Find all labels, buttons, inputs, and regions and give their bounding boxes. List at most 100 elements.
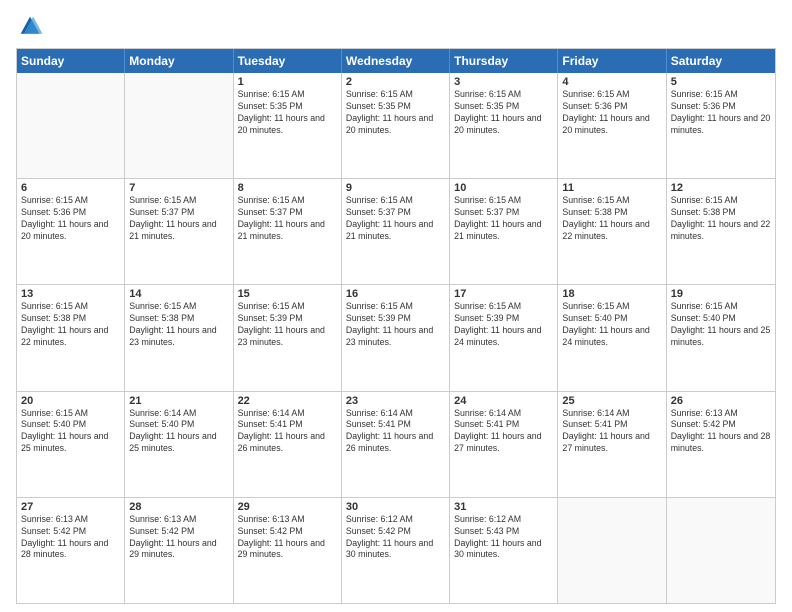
empty-cell [667, 498, 775, 603]
cell-detail: Sunrise: 6:15 AM Sunset: 5:37 PM Dayligh… [129, 195, 228, 243]
cell-detail: Sunrise: 6:15 AM Sunset: 5:36 PM Dayligh… [562, 89, 661, 137]
header-day-wednesday: Wednesday [342, 49, 450, 73]
day-number: 9 [346, 182, 445, 194]
week-row-2: 13 Sunrise: 6:15 AM Sunset: 5:38 PM Dayli… [17, 284, 775, 390]
day-cell-19: 19Sunrise: 6:15 AM Sunset: 5:40 PM Dayli… [667, 285, 775, 390]
cell-detail: Sunrise: 6:15 AM Sunset: 5:37 PM Dayligh… [454, 195, 553, 243]
cell-detail: Sunrise: 6:15 AM Sunset: 5:38 PM Dayligh… [562, 195, 661, 243]
day-number: 4 [562, 76, 661, 88]
day-number: 15 [238, 288, 337, 300]
day-cell-28: 28Sunrise: 6:13 AM Sunset: 5:42 PM Dayli… [125, 498, 233, 603]
day-number: 7 [129, 182, 228, 194]
cell-detail: Sunrise: 6:15 AM Sunset: 5:36 PM Dayligh… [21, 195, 120, 243]
cell-detail: Sunrise: 6:13 AM Sunset: 5:42 PM Dayligh… [129, 514, 228, 562]
header-day-monday: Monday [125, 49, 233, 73]
day-cell-14: 14Sunrise: 6:15 AM Sunset: 5:38 PM Dayli… [125, 285, 233, 390]
cell-detail: Sunrise: 6:15 AM Sunset: 5:38 PM Dayligh… [129, 301, 228, 349]
header-day-saturday: Saturday [667, 49, 775, 73]
cell-detail: Sunrise: 6:15 AM Sunset: 5:40 PM Dayligh… [671, 301, 771, 349]
day-cell-18: 18Sunrise: 6:15 AM Sunset: 5:40 PM Dayli… [558, 285, 666, 390]
day-cell-7: 7Sunrise: 6:15 AM Sunset: 5:37 PM Daylig… [125, 179, 233, 284]
day-cell-11: 11Sunrise: 6:15 AM Sunset: 5:38 PM Dayli… [558, 179, 666, 284]
page: SundayMondayTuesdayWednesdayThursdayFrid… [0, 0, 792, 612]
day-number: 25 [562, 395, 661, 407]
logo [16, 12, 46, 40]
day-cell-8: 8Sunrise: 6:15 AM Sunset: 5:37 PM Daylig… [234, 179, 342, 284]
cell-detail: Sunrise: 6:15 AM Sunset: 5:38 PM Dayligh… [671, 195, 771, 243]
cell-detail: Sunrise: 6:15 AM Sunset: 5:35 PM Dayligh… [238, 89, 337, 137]
week-row-0: 1Sunrise: 6:15 AM Sunset: 5:35 PM Daylig… [17, 73, 775, 178]
cell-detail: Sunrise: 6:15 AM Sunset: 5:35 PM Dayligh… [454, 89, 553, 137]
day-number: 10 [454, 182, 553, 194]
day-number: 2 [346, 76, 445, 88]
day-cell-27: 27Sunrise: 6:13 AM Sunset: 5:42 PM Dayli… [17, 498, 125, 603]
day-cell-20: 20Sunrise: 6:15 AM Sunset: 5:40 PM Dayli… [17, 392, 125, 497]
day-cell-4: 4Sunrise: 6:15 AM Sunset: 5:36 PM Daylig… [558, 73, 666, 178]
empty-cell [558, 498, 666, 603]
cell-detail: Sunrise: 6:14 AM Sunset: 5:41 PM Dayligh… [238, 408, 337, 456]
cell-detail: Sunrise: 6:12 AM Sunset: 5:43 PM Dayligh… [454, 514, 553, 562]
day-number: 16 [346, 288, 445, 300]
week-row-3: 20Sunrise: 6:15 AM Sunset: 5:40 PM Dayli… [17, 391, 775, 497]
day-number: 14 [129, 288, 228, 300]
cell-detail: Sunrise: 6:14 AM Sunset: 5:41 PM Dayligh… [562, 408, 661, 456]
day-cell-31: 31Sunrise: 6:12 AM Sunset: 5:43 PM Dayli… [450, 498, 558, 603]
header-day-thursday: Thursday [450, 49, 558, 73]
day-number: 29 [238, 501, 337, 513]
day-cell-3: 3Sunrise: 6:15 AM Sunset: 5:35 PM Daylig… [450, 73, 558, 178]
day-cell-21: 21Sunrise: 6:14 AM Sunset: 5:40 PM Dayli… [125, 392, 233, 497]
day-number: 19 [671, 288, 771, 300]
day-cell-6: 6Sunrise: 6:15 AM Sunset: 5:36 PM Daylig… [17, 179, 125, 284]
header-day-sunday: Sunday [17, 49, 125, 73]
day-cell-2: 2Sunrise: 6:15 AM Sunset: 5:35 PM Daylig… [342, 73, 450, 178]
cell-detail: Sunrise: 6:15 AM Sunset: 5:37 PM Dayligh… [346, 195, 445, 243]
day-cell-22: 22Sunrise: 6:14 AM Sunset: 5:41 PM Dayli… [234, 392, 342, 497]
cell-detail: Sunrise: 6:12 AM Sunset: 5:42 PM Dayligh… [346, 514, 445, 562]
day-cell-10: 10Sunrise: 6:15 AM Sunset: 5:37 PM Dayli… [450, 179, 558, 284]
day-number: 6 [21, 182, 120, 194]
day-number: 31 [454, 501, 553, 513]
header-day-tuesday: Tuesday [234, 49, 342, 73]
day-number: 11 [562, 182, 661, 194]
day-cell-17: 17Sunrise: 6:15 AM Sunset: 5:39 PM Dayli… [450, 285, 558, 390]
day-number: 26 [671, 395, 771, 407]
cell-detail: Sunrise: 6:14 AM Sunset: 5:41 PM Dayligh… [346, 408, 445, 456]
day-number: 20 [21, 395, 120, 407]
day-cell-12: 12Sunrise: 6:15 AM Sunset: 5:38 PM Dayli… [667, 179, 775, 284]
day-cell-15: 15Sunrise: 6:15 AM Sunset: 5:39 PM Dayli… [234, 285, 342, 390]
week-row-4: 27Sunrise: 6:13 AM Sunset: 5:42 PM Dayli… [17, 497, 775, 603]
cell-detail: Sunrise: 6:15 AM Sunset: 5:39 PM Dayligh… [346, 301, 445, 349]
day-number: 28 [129, 501, 228, 513]
week-row-1: 6Sunrise: 6:15 AM Sunset: 5:36 PM Daylig… [17, 178, 775, 284]
cell-detail: Sunrise: 6:15 AM Sunset: 5:40 PM Dayligh… [562, 301, 661, 349]
day-number: 5 [671, 76, 771, 88]
cell-detail: Sunrise: 6:15 AM Sunset: 5:39 PM Dayligh… [454, 301, 553, 349]
day-cell-23: 23Sunrise: 6:14 AM Sunset: 5:41 PM Dayli… [342, 392, 450, 497]
cell-detail: Sunrise: 6:15 AM Sunset: 5:35 PM Dayligh… [346, 89, 445, 137]
day-number: 8 [238, 182, 337, 194]
day-number: 30 [346, 501, 445, 513]
cell-detail: Sunrise: 6:14 AM Sunset: 5:40 PM Dayligh… [129, 408, 228, 456]
calendar-body: 1Sunrise: 6:15 AM Sunset: 5:35 PM Daylig… [17, 73, 775, 603]
calendar: SundayMondayTuesdayWednesdayThursdayFrid… [16, 48, 776, 604]
cell-detail: Sunrise: 6:14 AM Sunset: 5:41 PM Dayligh… [454, 408, 553, 456]
empty-cell [125, 73, 233, 178]
day-cell-13: 13Sunrise: 6:15 AM Sunset: 5:38 PM Dayli… [17, 285, 125, 390]
day-cell-26: 26Sunrise: 6:13 AM Sunset: 5:42 PM Dayli… [667, 392, 775, 497]
day-number: 1 [238, 76, 337, 88]
day-number: 12 [671, 182, 771, 194]
header-day-friday: Friday [558, 49, 666, 73]
day-number: 22 [238, 395, 337, 407]
cell-detail: Sunrise: 6:13 AM Sunset: 5:42 PM Dayligh… [21, 514, 120, 562]
calendar-header: SundayMondayTuesdayWednesdayThursdayFrid… [17, 49, 775, 73]
day-number: 13 [21, 288, 120, 300]
day-number: 23 [346, 395, 445, 407]
day-cell-30: 30Sunrise: 6:12 AM Sunset: 5:42 PM Dayli… [342, 498, 450, 603]
day-cell-16: 16Sunrise: 6:15 AM Sunset: 5:39 PM Dayli… [342, 285, 450, 390]
day-number: 17 [454, 288, 553, 300]
header [16, 12, 776, 40]
day-number: 27 [21, 501, 120, 513]
day-number: 18 [562, 288, 661, 300]
day-cell-5: 5Sunrise: 6:15 AM Sunset: 5:36 PM Daylig… [667, 73, 775, 178]
day-cell-24: 24Sunrise: 6:14 AM Sunset: 5:41 PM Dayli… [450, 392, 558, 497]
